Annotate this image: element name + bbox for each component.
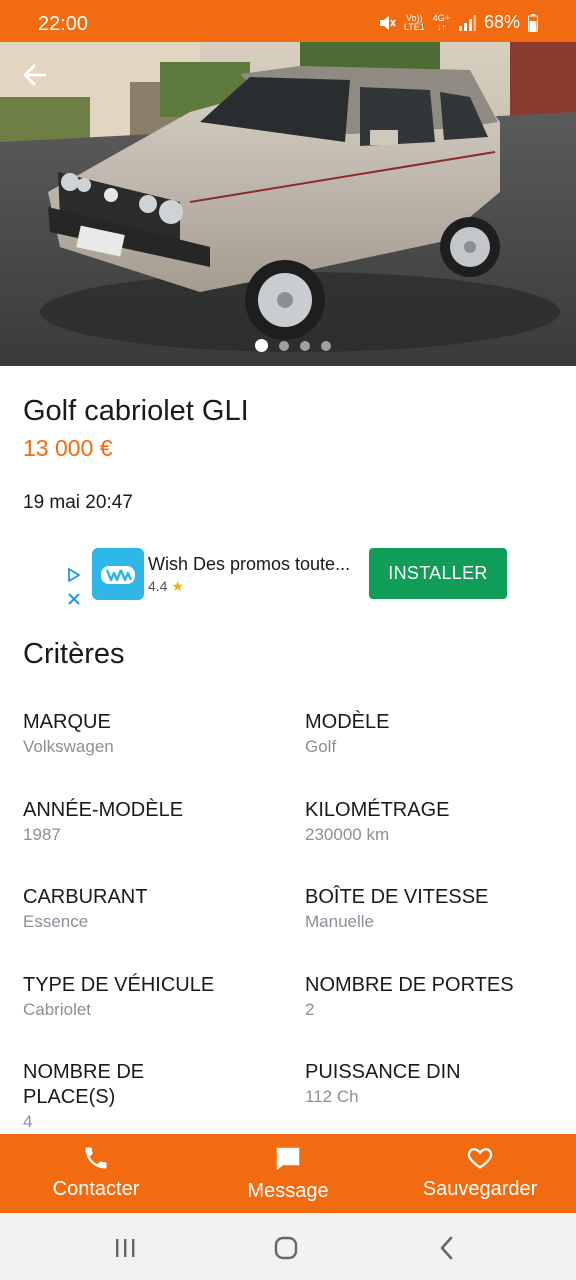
arrow-left-icon bbox=[23, 64, 47, 86]
star-icon: ★ bbox=[171, 578, 184, 594]
ad-rating: 4.4 ★ bbox=[148, 578, 184, 594]
listing-title: Golf cabriolet GLI bbox=[23, 395, 249, 427]
install-button[interactable]: INSTALLER bbox=[369, 548, 507, 599]
criteria-heading: Critères bbox=[23, 638, 125, 670]
criteria-item: KILOMÉTRAGE 230000 km bbox=[305, 799, 450, 844]
listing-price: 13 000 € bbox=[23, 435, 113, 461]
battery-icon bbox=[528, 13, 538, 32]
criteria-item: CARBURANT Essence bbox=[23, 886, 148, 931]
criteria-item: NOMBRE DE PLACE(S) 4 bbox=[23, 1061, 145, 1131]
ad-choices[interactable] bbox=[66, 568, 82, 612]
listing-date: 19 mai 20:47 bbox=[23, 492, 133, 513]
volte-indicator: Vo)) LTE1 bbox=[403, 12, 425, 32]
system-nav-bar bbox=[0, 1213, 576, 1280]
criteria-item: MARQUE Volkswagen bbox=[23, 711, 114, 756]
network-type-indicator: 4G+ ↓↑ bbox=[432, 12, 450, 32]
gallery-pagination bbox=[0, 339, 576, 352]
criteria-item: BOÎTE DE VITESSE Manuelle bbox=[305, 886, 489, 931]
chat-icon bbox=[276, 1147, 300, 1171]
status-time: 22:00 bbox=[38, 13, 89, 35]
signal-icon bbox=[458, 14, 476, 31]
heart-icon bbox=[467, 1148, 493, 1169]
recents-icon bbox=[116, 1239, 135, 1257]
wish-logo-icon bbox=[101, 566, 135, 584]
gallery-dot[interactable] bbox=[279, 340, 289, 351]
chevron-left-icon bbox=[440, 1236, 453, 1260]
gallery-dot[interactable] bbox=[300, 340, 310, 351]
ad-banner[interactable]: Wish Des promos toute... 4.4 ★ INSTALLER bbox=[64, 544, 512, 608]
mute-icon bbox=[379, 15, 396, 30]
phone-icon bbox=[85, 1147, 107, 1169]
save-button[interactable]: Sauvegarder bbox=[384, 1134, 576, 1213]
ad-title: Wish Des promos toute... bbox=[148, 554, 351, 574]
gallery-dot[interactable] bbox=[255, 339, 268, 352]
message-button[interactable]: Message bbox=[192, 1134, 384, 1213]
adchoices-icon bbox=[68, 568, 80, 582]
home-button[interactable] bbox=[271, 1233, 301, 1263]
action-bar: Contacter Message Sauvegarder bbox=[0, 1134, 576, 1213]
battery-percent: 68% bbox=[483, 12, 520, 32]
criteria-item: MODÈLE Golf bbox=[305, 711, 390, 756]
criteria-item: TYPE DE VÉHICULE Cabriolet bbox=[23, 974, 215, 1019]
criteria-item: NOMBRE DE PORTES 2 bbox=[305, 974, 514, 1019]
photo-gallery[interactable] bbox=[0, 42, 576, 366]
close-icon[interactable] bbox=[66, 591, 82, 607]
back-button[interactable] bbox=[22, 62, 58, 98]
contact-button[interactable]: Contacter bbox=[0, 1134, 192, 1213]
status-bar: 22:00 Vo)) LTE1 4G+ ↓↑ 68% bbox=[0, 0, 576, 42]
criteria-item: ANNÉE-MODÈLE 1987 bbox=[23, 799, 184, 844]
status-icons: Vo)) LTE1 4G+ ↓↑ 68% bbox=[378, 12, 538, 33]
recents-button[interactable] bbox=[110, 1233, 140, 1263]
home-icon bbox=[274, 1236, 298, 1260]
gallery-dot[interactable] bbox=[321, 340, 331, 351]
back-nav-button[interactable] bbox=[432, 1233, 462, 1263]
criteria-item: PUISSANCE DIN 112 Ch bbox=[305, 1061, 461, 1106]
car-photo bbox=[0, 42, 576, 366]
app-logo bbox=[92, 548, 144, 600]
